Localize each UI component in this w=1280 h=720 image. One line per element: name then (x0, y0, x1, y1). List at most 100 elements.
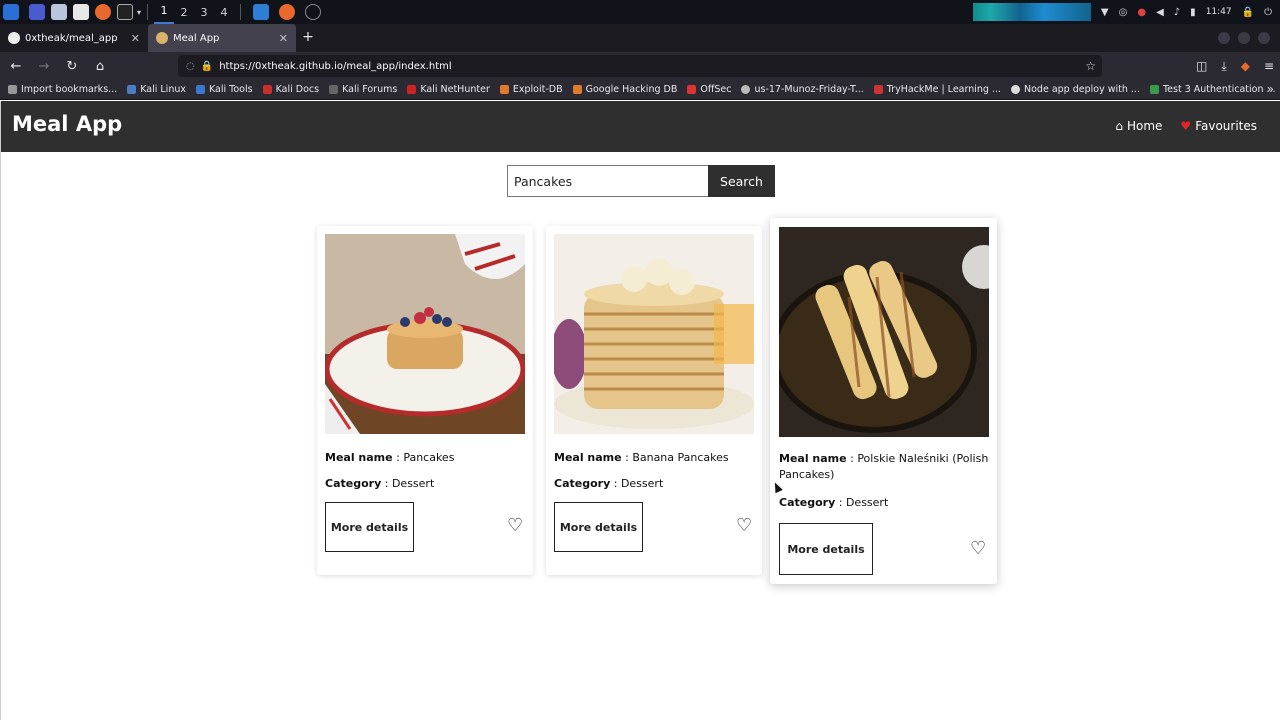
search-button[interactable]: Search (708, 165, 775, 197)
bookmark-kali-docs[interactable]: Kali Docs (262, 84, 320, 95)
settings-task-icon[interactable] (305, 4, 322, 20)
meal-name: Meal name : Banana Pancakes (554, 451, 729, 464)
category-value: Dessert (620, 477, 664, 490)
close-window-button[interactable] (1258, 32, 1270, 44)
chevron-down-icon[interactable]: ▾ (137, 8, 141, 17)
url-bar[interactable]: ◌ 🔒 https://0xtheak.github.io/meal_app/i… (178, 55, 1102, 77)
firefox-task-icon[interactable] (279, 4, 296, 20)
bookmark-us17[interactable]: us-17-Munoz-Friday-T... (741, 84, 864, 95)
network-icon[interactable]: ◎ (1119, 7, 1128, 18)
desktop-icon[interactable] (29, 4, 45, 20)
wifi-icon[interactable]: ▼ (1101, 7, 1109, 18)
meal-name-value: Pancakes (403, 451, 455, 464)
download-icon[interactable]: ⤓ (1221, 59, 1226, 74)
new-tab-button[interactable]: + (296, 24, 320, 52)
bookmark-label: Exploit-DB (512, 84, 563, 95)
meal-name-label: Meal name (779, 452, 847, 465)
menu-icon[interactable]: ≡ (1264, 59, 1274, 73)
tab-github[interactable]: 0xtheak/meal_app ✕ (0, 24, 148, 52)
drive-icon (1149, 85, 1159, 94)
lock-icon[interactable]: 🔒 (1242, 7, 1254, 18)
github-icon (1011, 85, 1021, 94)
import-icon (8, 85, 17, 94)
site-nav: ⌂ Home ♥ Favourites (1115, 119, 1257, 133)
kali-docs-icon (262, 85, 272, 94)
nav-favourites-label: Favourites (1195, 119, 1257, 133)
chevron-right-icon[interactable]: » (1267, 82, 1274, 96)
web-page: Meal App ⌂ Home ♥ Favourites Search (0, 101, 1280, 720)
maximize-button[interactable] (1238, 32, 1250, 44)
firefox-icon[interactable] (95, 4, 111, 20)
nav-home-label: Home (1126, 119, 1163, 133)
home-icon[interactable]: ⌂ (88, 59, 112, 74)
pocket-icon[interactable]: ◫ (1196, 59, 1207, 73)
kali-forums-icon (329, 85, 339, 94)
bookmark-node-deploy[interactable]: Node app deploy with ... (1011, 84, 1140, 95)
divider (240, 4, 242, 20)
window-controls (1218, 32, 1270, 44)
search-input[interactable] (507, 165, 708, 197)
vscode-task-icon[interactable] (253, 4, 270, 20)
divider (147, 4, 149, 20)
bookmark-label: Kali Docs (275, 84, 320, 95)
more-details-button[interactable]: More details (325, 502, 414, 552)
bookmark-ghdb[interactable]: Google Hacking DB (572, 84, 677, 95)
github-icon (8, 32, 20, 44)
kali-menu-icon[interactable] (3, 4, 19, 20)
meal-app-favicon-icon (156, 32, 168, 44)
bookmark-label: Kali Tools (208, 84, 253, 95)
meal-image-polish-pancakes[interactable] (779, 227, 989, 437)
bookmark-kali-nethunter[interactable]: Kali NetHunter (407, 84, 490, 95)
bookmark-exploit-db[interactable]: Exploit-DB (499, 84, 563, 95)
workspace-4[interactable]: 4 (214, 6, 234, 19)
more-details-button[interactable]: More details (554, 502, 643, 552)
bookmark-test3[interactable]: Test 3 Authentication ... (1149, 84, 1276, 95)
bookmark-offsec[interactable]: OffSec (687, 84, 731, 95)
terminal-icon[interactable] (117, 4, 133, 20)
workspace-1[interactable]: 1 (154, 0, 175, 24)
tab-title: Meal App (173, 32, 220, 44)
meal-image-banana-pancakes[interactable] (554, 234, 754, 434)
heart-outline-icon[interactable]: ♡ (507, 515, 523, 536)
bookmark-kali-forums[interactable]: Kali Forums (329, 84, 397, 95)
text-editor-icon[interactable] (73, 4, 89, 20)
close-icon[interactable]: ✕ (279, 32, 288, 45)
shield-icon[interactable]: ◌ (186, 61, 195, 72)
power-icon[interactable]: ⏻ (1264, 7, 1272, 18)
nav-home[interactable]: ⌂ Home (1115, 119, 1162, 133)
more-details-button[interactable]: More details (779, 523, 873, 575)
meal-category: Category : Dessert (325, 477, 435, 490)
bookmark-label: Kali Forums (342, 84, 398, 95)
tab-meal-app[interactable]: Meal App ✕ (148, 24, 296, 52)
lock-icon[interactable]: 🔒 (201, 61, 213, 72)
minimize-button[interactable] (1218, 32, 1230, 44)
bookmark-tryhackme[interactable]: TryHackMe | Learning ... (873, 84, 1001, 95)
bookmark-kali-tools[interactable]: Kali Tools (195, 84, 253, 95)
workspace-2[interactable]: 2 (174, 6, 194, 19)
bookmark-label: Kali NetHunter (420, 84, 490, 95)
site-brand[interactable]: Meal App (12, 112, 122, 136)
battery-icon[interactable]: ▮ (1190, 7, 1196, 18)
meal-category: Category : Dessert (554, 477, 664, 490)
bookmark-label: Kali Linux (140, 84, 186, 95)
nav-favourites[interactable]: ♥ Favourites (1180, 119, 1257, 133)
meal-name-value: Banana Pancakes (632, 451, 729, 464)
heart-outline-icon[interactable]: ♡ (970, 538, 986, 559)
mic-muted-icon[interactable]: ● (1137, 7, 1146, 18)
star-icon[interactable]: ☆ (1085, 59, 1096, 73)
category-value: Dessert (391, 477, 435, 490)
back-arrow-icon[interactable]: ← (4, 59, 28, 74)
bookmark-import[interactable]: Import bookmarks... (8, 84, 117, 95)
reload-icon[interactable]: ↻ (60, 59, 84, 74)
workspace-3[interactable]: 3 (194, 6, 214, 19)
extension-icon[interactable]: ◆ (1241, 59, 1250, 73)
forward-arrow-icon[interactable]: → (32, 59, 56, 74)
volume-icon[interactable]: ◀ (1156, 7, 1164, 18)
heart-outline-icon[interactable]: ♡ (736, 515, 752, 536)
meal-card: Meal name : Polskie Naleśniki (Polish Pa… (770, 218, 997, 584)
meal-image-pancakes[interactable] (325, 234, 525, 434)
close-icon[interactable]: ✕ (131, 32, 140, 45)
bookmark-kali-linux[interactable]: Kali Linux (127, 84, 186, 95)
bell-icon[interactable]: ♪ (1174, 7, 1180, 18)
files-icon[interactable] (51, 4, 67, 20)
